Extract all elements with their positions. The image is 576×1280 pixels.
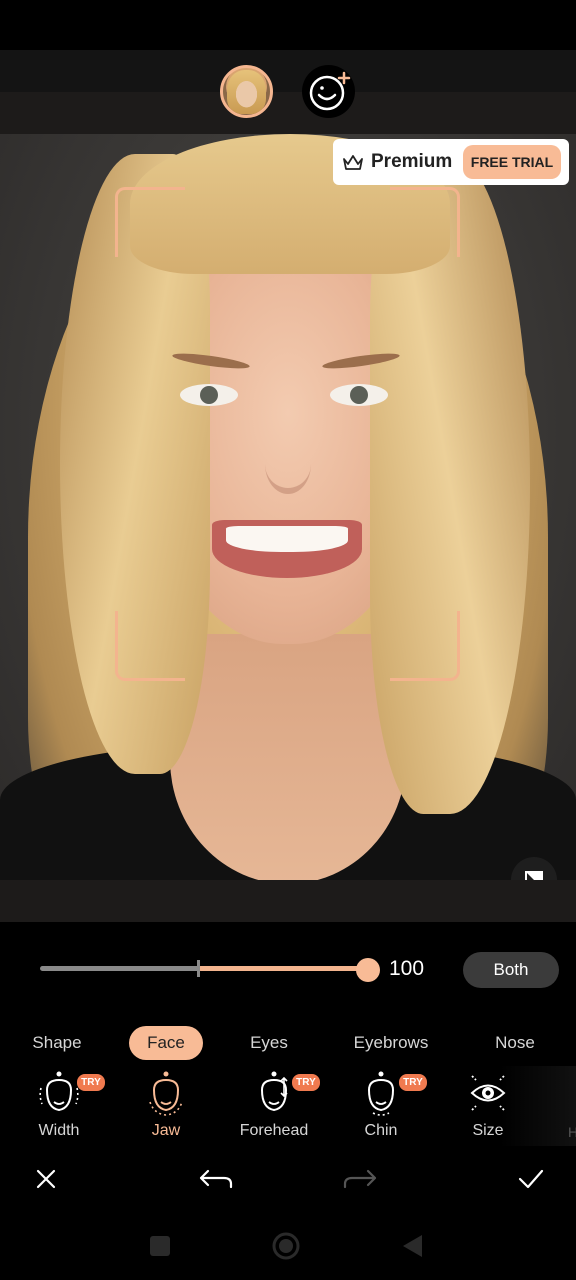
face-frame-corner-top-right (390, 187, 460, 257)
tool-row: TRY Width Jaw TRY Forehead TRY Chin Size (0, 1066, 576, 1146)
tools-overflow-hint: H (568, 1124, 576, 1140)
tab-eyebrows[interactable]: Eyebrows (340, 1026, 442, 1060)
intensity-slider-track[interactable] (40, 966, 200, 971)
canvas-bottom-band (0, 880, 576, 922)
intensity-slider-thumb[interactable] (356, 958, 380, 982)
tool-width-label: Width (38, 1122, 80, 1139)
intensity-slider-fill (198, 966, 368, 971)
undo-icon (199, 1169, 233, 1189)
circle-icon (272, 1232, 300, 1260)
triangle-back-icon (403, 1235, 422, 1257)
smiley-plus-icon (309, 71, 351, 111)
try-badge: TRY (399, 1074, 427, 1091)
face-frame-corner-bottom-left (115, 611, 185, 681)
undo-button[interactable] (195, 1158, 237, 1200)
tab-eyes[interactable]: Eyes (234, 1026, 304, 1060)
status-bar (0, 0, 576, 50)
close-button[interactable] (25, 1158, 67, 1200)
try-badge: TRY (77, 1074, 105, 1091)
tool-chin-label: Chin (364, 1122, 398, 1139)
try-badge: TRY (292, 1074, 320, 1091)
premium-banner[interactable]: Premium FREE TRIAL (333, 139, 569, 185)
free-trial-button[interactable]: FREE TRIAL (463, 145, 561, 179)
face-width-icon (39, 1071, 79, 1112)
recents-button[interactable] (144, 1230, 176, 1262)
square-icon (150, 1236, 170, 1256)
face-forehead-icon (260, 1071, 288, 1112)
action-bar (0, 1158, 576, 1200)
home-button[interactable] (270, 1230, 302, 1262)
tab-nose[interactable]: Nose (480, 1026, 550, 1060)
crown-icon (343, 155, 363, 170)
both-sides-button[interactable]: Both (463, 952, 559, 988)
tool-chin[interactable]: TRY Chin (341, 1066, 427, 1146)
category-tabs: Shape Face Eyes Eyebrows Nose (0, 1026, 576, 1062)
check-icon (518, 1169, 544, 1189)
confirm-button[interactable] (510, 1158, 552, 1200)
add-face-button[interactable] (302, 65, 355, 118)
tool-jaw[interactable]: Jaw (126, 1066, 206, 1146)
tool-forehead[interactable]: TRY Forehead (234, 1066, 320, 1146)
tab-shape[interactable]: Shape (22, 1026, 92, 1060)
tool-forehead-label: Forehead (239, 1122, 309, 1139)
back-button[interactable] (396, 1230, 428, 1262)
face-chin-icon (367, 1071, 395, 1116)
tab-face[interactable]: Face (129, 1026, 203, 1060)
close-icon (36, 1169, 56, 1189)
intensity-slider-center-mark (197, 960, 200, 977)
premium-label: Premium (371, 151, 453, 172)
face-frame-corner-bottom-right (390, 611, 460, 681)
tools-overflow-fade: H (500, 1066, 576, 1146)
redo-button[interactable] (339, 1158, 381, 1200)
intensity-value: 100 (389, 957, 425, 980)
tool-width[interactable]: TRY Width (19, 1066, 105, 1146)
tool-jaw-label: Jaw (151, 1122, 181, 1139)
face-frame-corner-top-left (115, 187, 185, 257)
system-nav-bar (0, 1210, 576, 1280)
face-selector-strip (0, 50, 576, 134)
redo-icon (343, 1169, 377, 1189)
face-jaw-icon (149, 1071, 183, 1116)
face-thumbnail[interactable] (220, 65, 273, 118)
photo-canvas[interactable] (0, 134, 576, 880)
